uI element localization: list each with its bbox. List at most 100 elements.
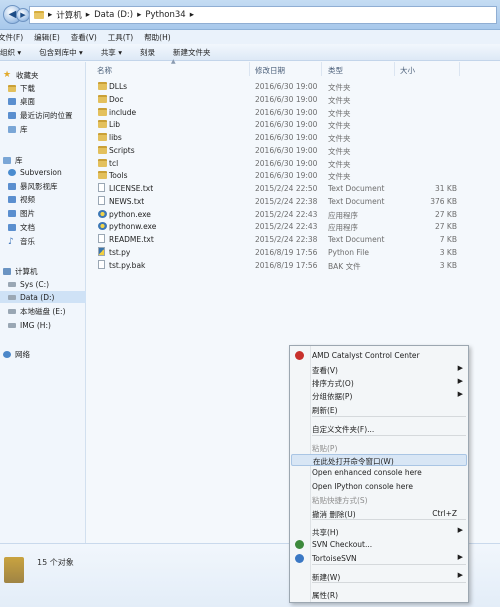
burn-button[interactable]: 刻录 [131, 47, 164, 58]
forward-arrow-icon: ▶ [20, 11, 26, 19]
file-type: 文件夹 [328, 159, 351, 169]
nav-item-documents[interactable]: 文档 [8, 221, 35, 233]
menu-tools[interactable]: 工具(T) [108, 32, 133, 43]
context-menu-item-p[interactable]: 粘贴(P) [291, 442, 467, 454]
column-divider[interactable] [321, 62, 322, 76]
folder-icon [98, 82, 107, 90]
column-header-date[interactable]: 修改日期 [255, 65, 285, 76]
nav-item-recent[interactable]: 最近访问的位置 [8, 109, 73, 121]
context-menu-item-s[interactable]: 粘贴快捷方式(S) [291, 494, 467, 506]
context-menu-item-e[interactable]: 刷新(E) [291, 404, 467, 416]
include-library-button[interactable]: 包含到库中 ▾ [30, 47, 92, 58]
menu-item-label: 排序方式(O) [312, 379, 354, 388]
nav-label: 库 [20, 124, 28, 134]
file-name: tst.py [109, 247, 131, 257]
nav-item-drive-e[interactable]: 本地磁盘 (E:) [8, 305, 66, 317]
file-type: 文件夹 [328, 83, 351, 92]
menu-help[interactable]: 帮助(H) [144, 32, 171, 43]
nav-item-baofeng[interactable]: 暴风影视库 [8, 180, 58, 192]
nav-label: 网络 [15, 349, 30, 359]
nav-item-downloads[interactable]: 下载 [8, 82, 35, 94]
video-icon [8, 195, 16, 203]
file-size: 3 KB [439, 247, 457, 257]
menu-separator [312, 435, 466, 436]
nav-favorites[interactable]: ★ 收藏夹 [3, 69, 39, 81]
context-menu-item-p[interactable]: 分组依据(P) ▶ [291, 390, 467, 402]
file-name: include [109, 107, 137, 117]
drive-icon [8, 294, 16, 300]
context-menu-item-open-enhanced-console-here[interactable]: Open enhanced console here [291, 467, 467, 479]
file-row[interactable]: Lib 2016/6/30 19:00 文件夹 [87, 118, 500, 131]
file-row[interactable]: libs 2016/6/30 19:00 文件夹 [87, 131, 500, 144]
column-divider[interactable] [459, 62, 460, 76]
column-divider[interactable] [249, 62, 250, 76]
column-header-name[interactable]: 名称 [97, 65, 112, 76]
file-date: 2016/6/30 19:00 [255, 120, 318, 130]
context-menu-item-tortoisesvn[interactable]: TortoiseSVN ▶ [291, 553, 467, 565]
file-row[interactable]: Doc 2016/6/30 19:00 文件夹 [87, 93, 500, 106]
nav-item-library-fav[interactable]: 库 [8, 123, 28, 135]
forward-button[interactable]: ▶ [16, 8, 30, 22]
context-menu-item-w[interactable]: 新建(W) ▶ [291, 571, 467, 583]
address-input[interactable]: ▸ 计算机 ▸ Data (D:) ▸ Python34 ▸ [29, 6, 497, 24]
file-row[interactable]: python.exe 2015/2/24 22:43 应用程序 27 KB [87, 208, 500, 221]
nav-label: 计算机 [15, 266, 38, 276]
context-menu-item-svn-checkout[interactable]: SVN Checkout... [291, 539, 467, 551]
column-header-size[interactable]: 大小 [400, 65, 415, 76]
nav-item-drive-c[interactable]: Sys (C:) [8, 278, 49, 290]
context-menu-item-o[interactable]: 排序方式(O) ▶ [291, 377, 467, 389]
navigation-pane: ★ 收藏夹 下载 桌面 最近访问的位置 库 库 Subversion 暴风影视库… [0, 62, 86, 543]
nav-computer[interactable]: 计算机 [3, 265, 38, 277]
nav-item-music[interactable]: ♪ 音乐 [8, 235, 35, 247]
share-button[interactable]: 共享 ▾ [92, 47, 131, 58]
file-row[interactable]: DLLs 2016/6/30 19:00 文件夹 [87, 80, 500, 93]
breadcrumb-computer[interactable]: 计算机 [56, 9, 82, 21]
file-row[interactable]: LICENSE.txt 2015/2/24 22:50 Text Document 3… [87, 182, 500, 195]
menu-edit[interactable]: 编辑(E) [34, 32, 60, 43]
nav-network[interactable]: 网络 [3, 348, 30, 360]
nav-item-drive-h[interactable]: IMG (H:) [8, 319, 51, 331]
breadcrumb-folder[interactable]: Python34 [145, 10, 185, 20]
file-row[interactable]: tst.py.bak 2016/8/19 17:56 BAK 文件 3 KB [87, 259, 500, 272]
file-row[interactable]: pythonw.exe 2015/2/24 22:43 应用程序 27 KB [87, 220, 500, 233]
column-header-type[interactable]: 类型 [328, 65, 343, 76]
context-menu-item-f[interactable]: 自定义文件夹(F)... [291, 423, 467, 435]
file-row[interactable]: NEWS.txt 2015/2/24 22:38 Text Document 376 … [87, 195, 500, 208]
context-menu-item-w[interactable]: 在此处打开命令窗口(W) [291, 454, 467, 466]
file-row[interactable]: tcl 2016/6/30 19:00 文件夹 [87, 157, 500, 170]
context-menu-item-r[interactable]: 属性(R) [291, 589, 467, 601]
submenu-arrow-icon: ▶ [457, 377, 463, 385]
file-name: pythonw.exe [109, 222, 157, 232]
menu-view[interactable]: 查看(V) [71, 32, 97, 43]
file-name: Doc [109, 94, 124, 104]
nav-item-pictures[interactable]: 图片 [8, 207, 35, 219]
menu-separator [312, 416, 466, 417]
context-menu-item-open-ipython-console-here[interactable]: Open IPython console here [291, 481, 467, 493]
nav-item-videos[interactable]: 视频 [8, 193, 35, 205]
context-menu-item-h[interactable]: 共享(H) ▶ [291, 526, 467, 538]
nav-label: 本地磁盘 (E:) [20, 306, 66, 316]
context-menu-item-amd-catalyst-control-center[interactable]: AMD Catalyst Control Center [291, 350, 467, 362]
nav-label: 暴风影视库 [20, 181, 58, 191]
file-row[interactable]: include 2016/6/30 19:00 文件夹 [87, 106, 500, 119]
nav-item-drive-d[interactable]: Data (D:) [0, 291, 86, 303]
tortoise-icon [295, 554, 304, 563]
nav-label: 音乐 [20, 236, 35, 246]
organize-button[interactable]: 组织 ▾ [0, 47, 30, 58]
breadcrumb-drive[interactable]: Data (D:) [94, 10, 133, 20]
nav-libraries[interactable]: 库 [3, 154, 23, 166]
column-divider[interactable] [394, 62, 395, 76]
context-menu-item-u[interactable]: 撤消 删除(U) Ctrl+Z [291, 508, 467, 520]
nav-item-subversion[interactable]: Subversion [8, 166, 62, 178]
new-folder-button[interactable]: 新建文件夹 [164, 47, 220, 58]
context-menu-item-v[interactable]: 查看(V) ▶ [291, 364, 467, 376]
file-row[interactable]: tst.py 2016/8/19 17:56 Python File 3 KB [87, 246, 500, 259]
file-row[interactable]: Scripts 2016/6/30 19:00 文件夹 [87, 144, 500, 157]
file-type: 文件夹 [328, 146, 351, 156]
svn-icon [295, 540, 304, 549]
nav-item-desktop[interactable]: 桌面 [8, 95, 35, 107]
file-row[interactable]: README.txt 2015/2/24 22:38 Text Document 7 … [87, 233, 500, 246]
menu-file[interactable]: 文件(F) [0, 32, 23, 43]
file-row[interactable]: Tools 2016/6/30 19:00 文件夹 [87, 169, 500, 182]
media-library-icon [8, 182, 16, 190]
